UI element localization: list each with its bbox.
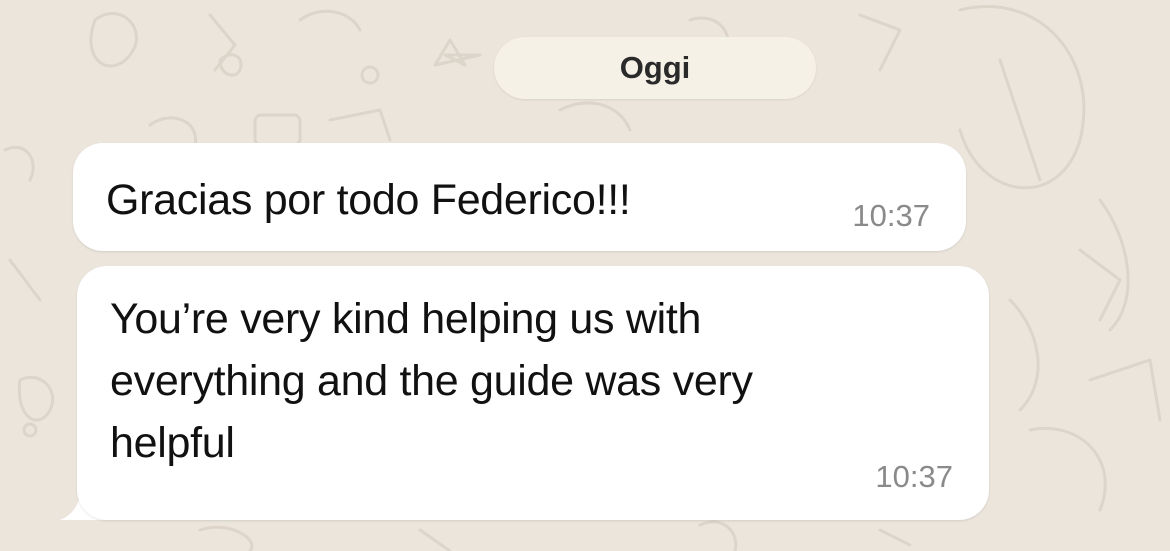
message-bubble[interactable]: Gracias por todo Federico!!! 10:37	[73, 143, 966, 251]
message-text: Gracias por todo Federico!!!	[106, 176, 631, 224]
message-text: You’re very kind helping us with everyth…	[110, 295, 753, 467]
message-bubble[interactable]: You’re very kind helping us with everyth…	[77, 266, 989, 520]
date-separator: Oggi	[494, 37, 816, 99]
message-timestamp: 10:37	[875, 459, 953, 494]
message-timestamp: 10:37	[852, 198, 930, 233]
